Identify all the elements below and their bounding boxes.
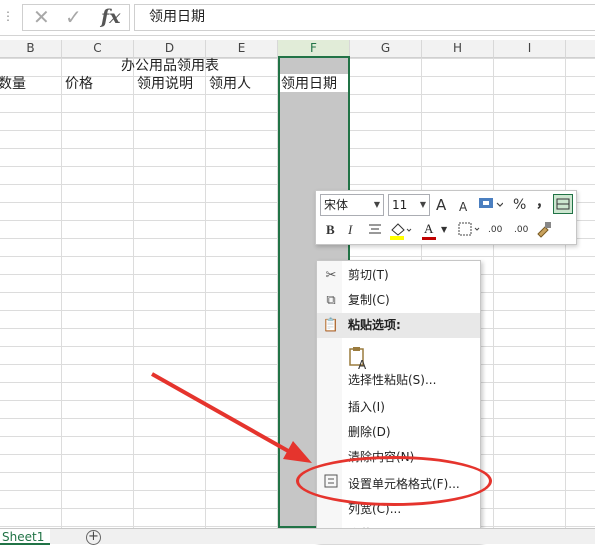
chevron-down-icon: ▼	[373, 200, 380, 209]
column-header-g[interactable]: G	[350, 40, 422, 58]
clipboard-icon: 📋	[322, 318, 340, 333]
column-header-h[interactable]: H	[422, 40, 494, 58]
decrease-decimal-button[interactable]: .00	[514, 220, 528, 240]
insert-function-icon[interactable]: fx	[101, 5, 121, 30]
font-name-select[interactable]: 宋体 ▼	[320, 194, 384, 216]
format-painter-grid-icon[interactable]	[553, 194, 573, 214]
comma-style-button[interactable]: ，	[536, 193, 550, 213]
enter-icon[interactable]: ✓	[65, 5, 82, 30]
sheet-tab-sheet1[interactable]: Sheet1	[0, 529, 50, 545]
column-header-e[interactable]: E	[206, 40, 278, 58]
header-description[interactable]: 领用说明	[137, 75, 193, 93]
grid-line	[133, 58, 134, 528]
column-header-b[interactable]: B	[0, 40, 62, 58]
format-painter-icon[interactable]	[535, 220, 553, 245]
mini-toolbar: 宋体 ▼ 11 ▼ A A % ， B I A ▼ .00 .00	[315, 190, 577, 245]
header-date[interactable]: 领用日期	[281, 75, 337, 93]
borders-icon[interactable]	[458, 222, 482, 245]
chevron-down-icon[interactable]: ▼	[441, 220, 447, 240]
formula-input[interactable]: 领用日期	[134, 4, 595, 31]
accounting-format-icon[interactable]	[477, 195, 504, 220]
increase-decimal-button[interactable]: .00	[488, 220, 502, 240]
highlight-ellipse	[296, 456, 492, 506]
font-size-value: 11	[392, 198, 408, 212]
grid-line	[493, 58, 494, 528]
fill-color-icon[interactable]	[388, 220, 412, 247]
add-sheet-icon[interactable]: +	[86, 530, 101, 545]
paste-values-icon[interactable]: A	[348, 346, 370, 372]
sheet-tab-bar: Sheet1 +	[0, 528, 595, 545]
menu-header-paste-options: 📋 粘贴选项:	[317, 313, 480, 338]
formula-bar-grip-icon: ⋮	[2, 9, 14, 23]
column-header-c[interactable]: C	[62, 40, 134, 58]
formula-bar-buttons: ✕ ✓ fx	[22, 4, 130, 31]
chevron-down-icon: ▼	[419, 200, 426, 209]
scissors-icon: ✂	[325, 268, 337, 283]
font-color-swatch	[422, 237, 436, 240]
shrink-font-icon[interactable]: A	[459, 197, 467, 217]
column-header-next[interactable]	[566, 40, 595, 58]
menu-item-insert[interactable]: 插入(I)	[317, 395, 480, 420]
italic-button[interactable]: I	[348, 220, 352, 240]
font-name-value: 宋体	[324, 198, 349, 212]
menu-item-delete[interactable]: 删除(D)	[317, 420, 480, 445]
header-quantity[interactable]: 数量	[0, 75, 26, 93]
grid-line	[205, 58, 206, 528]
menu-item-copy[interactable]: ⧉ 复制(C)	[317, 288, 480, 313]
formula-bar: ⋮ ✕ ✓ fx 领用日期	[0, 0, 595, 36]
grid-line	[61, 58, 62, 528]
cancel-icon[interactable]: ✕	[33, 5, 50, 30]
header-recipient[interactable]: 领用人	[209, 75, 251, 93]
percent-style-button[interactable]: %	[513, 195, 526, 215]
menu-item-paste-special[interactable]: 选择性粘贴(S)...	[317, 368, 480, 393]
column-header-d[interactable]: D	[134, 40, 206, 58]
font-size-select[interactable]: 11 ▼	[388, 194, 430, 216]
align-center-icon[interactable]	[367, 221, 383, 244]
header-price[interactable]: 价格	[65, 75, 93, 93]
bold-button[interactable]: B	[326, 220, 335, 240]
menu-item-cut[interactable]: ✂ 剪切(T)	[317, 263, 480, 288]
grow-font-icon[interactable]: A	[436, 195, 446, 215]
sheet-title[interactable]: 办公用品领用表	[62, 57, 278, 75]
font-color-button[interactable]: A	[424, 219, 433, 239]
grid-line	[565, 58, 566, 528]
copy-icon: ⧉	[326, 293, 336, 308]
column-header-i[interactable]: I	[494, 40, 566, 58]
